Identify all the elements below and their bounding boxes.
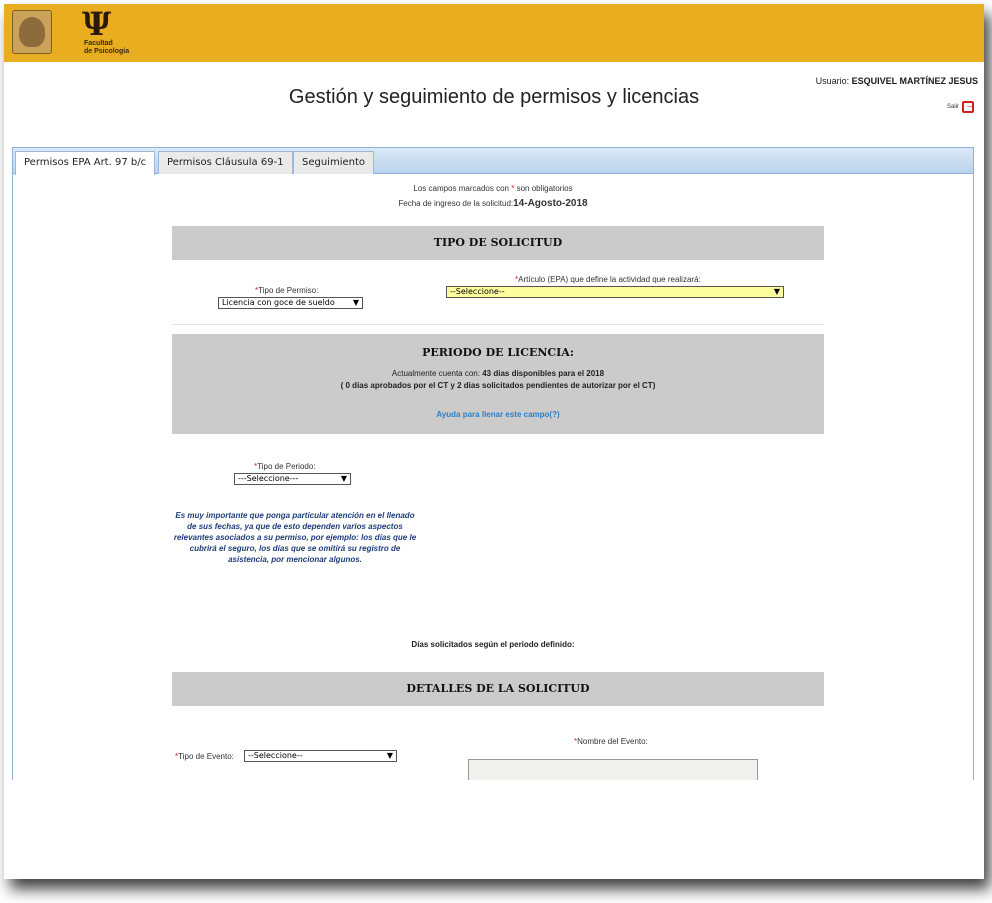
- app-window: Ψ Facultad de Psicología Usuario: ESQUIV…: [4, 4, 984, 879]
- user-prefix: Usuario:: [815, 76, 850, 86]
- psi-logo-icon: Ψ: [82, 5, 112, 43]
- tipo-evento-label-text: Tipo de Evento:: [178, 752, 234, 761]
- required-star: *: [511, 184, 515, 193]
- tab-bar: Permisos EPA Art. 97 b/c Permisos Cláusu…: [13, 148, 973, 175]
- user-name: ESQUIVEL MARTÍNEZ JESUS: [851, 76, 978, 86]
- faculty-logo: Ψ Facultad de Psicología: [78, 6, 134, 58]
- unam-shield-emblem: [19, 17, 45, 47]
- articulo-label-text: Artículo (EPA) que define la actividad q…: [518, 275, 701, 284]
- tipo-permiso-value: Licencia con goce de sueldo: [222, 298, 335, 307]
- date-warning-text: Es muy importante que ponga particular a…: [173, 511, 417, 564]
- nombre-evento-label-text: Nombre del Evento:: [577, 737, 648, 746]
- faculty-logo-line1: Facultad: [84, 40, 113, 47]
- articulo-value: --Seleccione--: [450, 287, 505, 296]
- tabs-container: Permisos EPA Art. 97 b/c Permisos Cláusu…: [12, 147, 974, 879]
- required-note-prefix: Los campos marcados con: [413, 184, 509, 193]
- dropdown-arrow-icon: ▼: [386, 751, 393, 760]
- unam-shield-logo: [12, 10, 52, 54]
- days-detail: ( 0 dias aprobados por el CT y 2 dias so…: [340, 381, 656, 390]
- required-note: Los campos marcados con * son obligatori…: [13, 184, 973, 193]
- tipo-permiso-select[interactable]: Licencia con goce de sueldo ▼: [218, 297, 363, 309]
- date-value: 14-Agosto-2018: [513, 198, 588, 209]
- logout-button[interactable]: Salir: [946, 99, 976, 113]
- section-detalles: DETALLES DE LA SOLICITUD: [172, 672, 824, 706]
- tipo-periodo-label: *Tipo de Periodo:: [254, 462, 316, 471]
- tipo-periodo-label-text: Tipo de Periodo:: [257, 462, 316, 471]
- faculty-logo-line2: de Psicología: [84, 48, 130, 55]
- cuenta-prefix: Actualmente cuenta con:: [391, 369, 480, 378]
- dropdown-arrow-icon: ▼: [340, 474, 347, 483]
- page-title: Gestión y seguimiento de permisos y lice…: [288, 86, 700, 108]
- available-days: Actualmente cuenta con: 43 dias disponib…: [172, 369, 824, 378]
- tab-permisos-epa[interactable]: Permisos EPA Art. 97 b/c: [15, 151, 156, 175]
- tab-permisos-clausula[interactable]: Permisos Cláusula 69-1: [158, 151, 293, 174]
- tab-seguimiento[interactable]: Seguimiento: [293, 151, 375, 174]
- logout-icon[interactable]: [962, 99, 976, 113]
- header-bar: Ψ Facultad de Psicología: [4, 4, 984, 62]
- tipo-permiso-label-text: Tipo de Permiso:: [258, 286, 319, 295]
- articulo-select[interactable]: --Seleccione-- ▼: [446, 286, 784, 298]
- section-tipo-solicitud: TIPO DE SOLICITUD: [172, 226, 824, 260]
- help-link[interactable]: Ayuda para llenar este campo(?): [172, 410, 824, 419]
- tipo-periodo-select[interactable]: ---Seleccione--- ▼: [234, 473, 351, 485]
- blank-area: [4, 780, 984, 879]
- section-periodo-title: PERIODO DE LICENCIA:: [422, 346, 574, 359]
- tipo-evento-label: *Tipo de Evento:: [175, 752, 234, 761]
- dias-solicitados-label: Días solicitados según el periodo defini…: [411, 640, 575, 649]
- tipo-periodo-value: ---Seleccione---: [238, 474, 299, 483]
- articulo-label: *Artículo (EPA) que define la actividad …: [515, 275, 701, 284]
- date-label: Fecha de ingreso de la solicitud:: [398, 199, 514, 208]
- nombre-evento-label: *Nombre del Evento:: [574, 737, 648, 746]
- dropdown-arrow-icon: ▼: [773, 287, 780, 296]
- tipo-evento-value: --Seleccione--: [248, 751, 303, 760]
- required-note-suffix: son obligatorios: [516, 184, 573, 193]
- cuenta-value: 43 dias disponibles para el 2018: [482, 369, 605, 378]
- submission-date: Fecha de ingreso de la solicitud:14-Agos…: [13, 198, 973, 209]
- user-info: Usuario: ESQUIVEL MARTÍNEZ JESUS: [816, 76, 978, 86]
- tipo-evento-select[interactable]: --Seleccione-- ▼: [244, 750, 397, 762]
- logout-label: Salir: [946, 104, 959, 110]
- tipo-permiso-label: *Tipo de Permiso:: [255, 286, 318, 295]
- faculty-logo-text: Facultad de Psicología: [84, 40, 129, 56]
- divider: [172, 324, 824, 325]
- dropdown-arrow-icon: ▼: [352, 298, 359, 307]
